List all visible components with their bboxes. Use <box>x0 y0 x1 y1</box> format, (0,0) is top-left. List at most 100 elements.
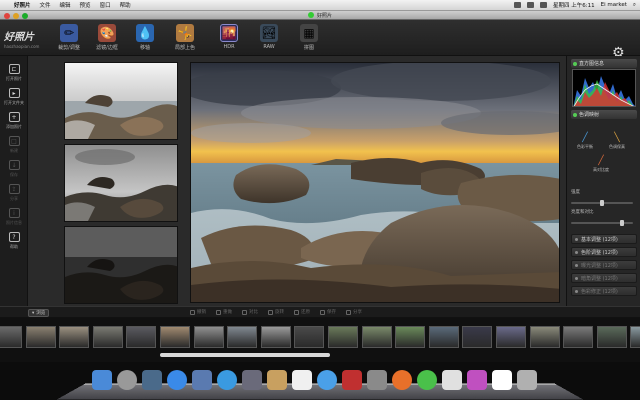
action-label: 重做 <box>223 310 232 315</box>
filmstrip-thumbnail[interactable] <box>395 326 426 348</box>
launchpad-icon[interactable] <box>117 370 137 390</box>
tool-water-drop[interactable]: 💧 移轴 <box>128 22 162 54</box>
filmstrip-thumbnail[interactable] <box>0 326 22 348</box>
filmstrip-thumbnail[interactable] <box>294 326 325 348</box>
filmstrip-thumbnail[interactable] <box>260 326 291 348</box>
haozhaopian-icon[interactable] <box>417 370 437 390</box>
brightness-contrast-slider[interactable] <box>571 220 633 226</box>
menu-edit[interactable]: 编辑 <box>60 1 71 9</box>
menubar-account[interactable]: Ei market <box>601 2 627 8</box>
filmstrip-scrollbar[interactable] <box>160 353 330 357</box>
mail-icon[interactable] <box>492 370 512 390</box>
menu-preview[interactable]: 预览 <box>80 1 91 9</box>
wifi-icon[interactable] <box>514 2 522 8</box>
window-title: 好照片 <box>316 12 332 19</box>
photo-booth-icon[interactable] <box>342 370 362 390</box>
action-button-4[interactable]: 还原 <box>294 309 310 315</box>
tool-label: HDR <box>223 44 235 50</box>
action-button-5[interactable]: 保存 <box>320 309 336 315</box>
finder-icon[interactable] <box>92 370 112 390</box>
photos-icon[interactable] <box>467 370 487 390</box>
filmstrip-thumbnail[interactable] <box>160 326 190 348</box>
filmstrip-thumbnail[interactable] <box>529 326 560 348</box>
minimize-window-icon[interactable] <box>13 12 19 19</box>
adjust-section-button-0[interactable]: 基本调整 (12项) <box>571 234 637 244</box>
safari-icon[interactable] <box>217 370 237 390</box>
system-preferences-icon[interactable] <box>367 370 387 390</box>
adjust-section-button-4[interactable]: 色彩修正 (12项) <box>571 286 637 296</box>
volume-icon[interactable] <box>527 2 535 8</box>
preview-icon[interactable] <box>192 370 212 390</box>
filmstrip-thumbnail[interactable] <box>25 326 56 348</box>
adjust-section-button-2[interactable]: 曝光调整 (12项) <box>571 260 637 270</box>
tool-collage[interactable]: ▦ 拼图 <box>292 22 326 54</box>
tool-paint-bucket[interactable]: 🎨 滤镜/边框 <box>90 22 124 54</box>
document-icon[interactable] <box>442 370 462 390</box>
spotlight-icon[interactable]: ⌕ <box>633 2 636 9</box>
filmstrip-thumbnail[interactable] <box>92 326 123 348</box>
filmstrip-thumbnail[interactable] <box>193 326 224 348</box>
sidebar-item-help[interactable]: ? 帮助 <box>0 232 28 256</box>
filmstrip-thumbnail[interactable] <box>126 326 157 348</box>
menu-window[interactable]: 窗口 <box>100 1 111 9</box>
menubar-clock[interactable]: 星期四 上午6:11 <box>553 1 595 9</box>
tonemap-header[interactable]: 色调映射 <box>571 110 637 119</box>
tool-hdr[interactable]: 🌇 HDR <box>212 22 246 54</box>
tonemap-mode-label: 色调保真 <box>609 144 625 149</box>
app-title-logo-icon <box>307 12 314 18</box>
tonemap-mode-1[interactable]: ╲ 色调保真 <box>605 133 629 150</box>
filmstrip-thumbnail[interactable] <box>563 326 594 348</box>
close-window-icon[interactable] <box>4 12 10 19</box>
tonemap-mode-2[interactable]: ╱ 高对比度 <box>589 156 613 173</box>
tool-pencil-ruler[interactable]: ✏ 裁剪/调整 <box>52 22 86 54</box>
sidebar-item-add-photo[interactable]: + 添加照片 <box>0 112 28 136</box>
tool-raw[interactable]: 🏞 RAW <box>252 22 286 54</box>
adjust-section-label: 色彩修正 (12项) <box>581 288 618 295</box>
filmstrip-thumbnail[interactable] <box>361 326 392 348</box>
adjust-section-button-3[interactable]: 暗角调整 (12项) <box>571 273 637 283</box>
folder-open-icon: ⊏ <box>8 64 20 74</box>
filmstrip-thumbnail[interactable] <box>596 326 627 348</box>
menu-file[interactable]: 文件 <box>40 1 51 9</box>
strength-slider-knob[interactable] <box>600 200 604 206</box>
filmstrip-thumbnail[interactable] <box>630 326 640 348</box>
filmstrip-thumbnail[interactable] <box>227 326 258 348</box>
hdr-source-thumb-2[interactable] <box>64 144 178 222</box>
hdr-source-thumb-3[interactable] <box>64 226 178 304</box>
action-button-0[interactable]: 撤销 <box>190 309 206 315</box>
histogram-header[interactable]: 直方图信息 <box>571 59 637 68</box>
menu-app-name[interactable]: 好照片 <box>14 1 31 9</box>
action-button-1[interactable]: 重做 <box>216 309 232 315</box>
action-button-3[interactable]: 旋转 <box>268 309 284 315</box>
quicktime-icon[interactable] <box>242 370 262 390</box>
contacts-icon[interactable] <box>267 370 287 390</box>
battery-icon[interactable] <box>540 2 548 8</box>
hdr-preview-image[interactable] <box>190 62 560 303</box>
tonemap-mode-0[interactable]: ╱ 色彩平衡 <box>573 133 597 150</box>
itunes-icon[interactable] <box>317 370 337 390</box>
sidebar-item-folder-stack[interactable]: ▸ 打开文件夹 <box>0 88 28 112</box>
trash-icon[interactable] <box>517 370 537 390</box>
zoom-window-icon[interactable] <box>22 12 28 19</box>
calendar-icon[interactable] <box>292 370 312 390</box>
brightness-contrast-slider-knob[interactable] <box>620 220 625 226</box>
filmstrip-thumbnail[interactable] <box>59 326 90 348</box>
tool-figure-brush[interactable]: 🤸 局部上色 <box>168 22 202 54</box>
browse-mode-label[interactable]: ▾ 浏览 <box>28 309 50 317</box>
menu-help[interactable]: 帮助 <box>120 1 131 9</box>
adjust-section-label: 色阶调整 (12项) <box>581 249 618 256</box>
adjust-section-button-1[interactable]: 色阶调整 (12项) <box>571 247 637 257</box>
app-store-icon[interactable] <box>167 370 187 390</box>
action-button-2[interactable]: 对比 <box>242 309 258 315</box>
filmstrip-thumbnail[interactable] <box>496 326 526 348</box>
action-button-6[interactable]: 分享 <box>346 309 362 315</box>
mission-control-icon[interactable] <box>142 370 162 390</box>
mac-menubar: 好照片 文件 编辑 预览 窗口 帮助 星期四 上午6:11 Ei market … <box>0 0 640 11</box>
filmstrip-thumbnail[interactable] <box>428 326 459 348</box>
sidebar-item-folder-open[interactable]: ⊏ 打开照片 <box>0 64 28 88</box>
firefox-icon[interactable] <box>392 370 412 390</box>
hdr-source-thumb-1[interactable] <box>64 62 178 140</box>
strength-slider[interactable] <box>571 200 633 206</box>
filmstrip-thumbnail[interactable] <box>328 326 358 348</box>
filmstrip-thumbnail[interactable] <box>462 326 493 348</box>
